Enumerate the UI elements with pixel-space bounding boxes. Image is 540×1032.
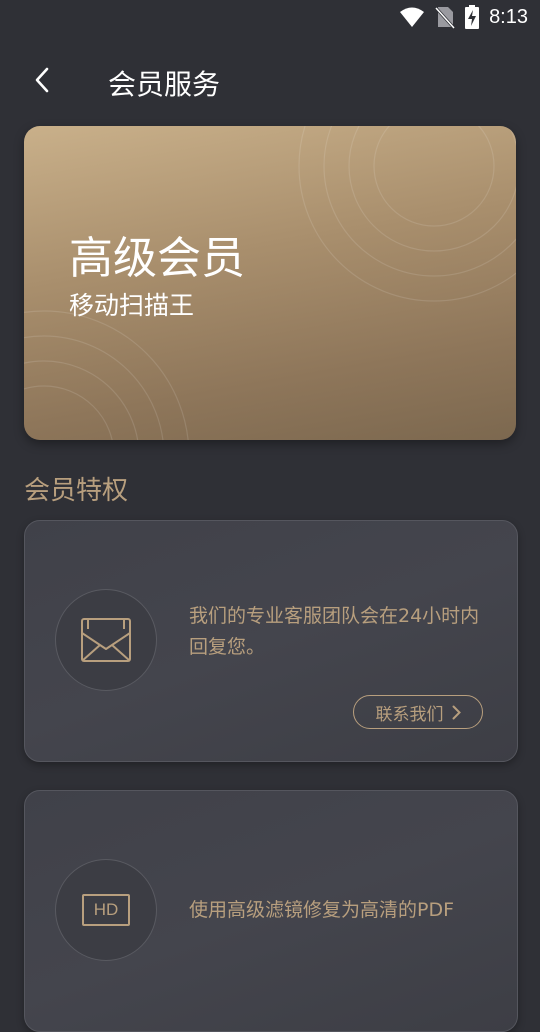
member-card: 高级会员 移动扫描王 (24, 126, 516, 440)
status-time: 8:13 (489, 5, 528, 28)
hd-icon: HD (82, 894, 130, 926)
battery-charging-icon (465, 5, 480, 29)
benefit-card-support: 我们的专业客服团队会在24小时内回复您。 联系我们 (24, 520, 518, 762)
benefit-text: 我们的专业客服团队会在24小时内回复您。 (189, 605, 480, 658)
chevron-left-icon (35, 67, 49, 93)
status-icons: 8:13 (399, 5, 528, 29)
mail-icon (81, 618, 131, 662)
section-title: 会员特权 (24, 476, 129, 506)
app-bar: 会员服务 (0, 52, 540, 108)
no-sim-icon (435, 6, 456, 29)
card-subtitle: 移动扫描王 (69, 291, 195, 320)
benefit-icon-circle: HD (55, 859, 157, 961)
page-title: 会员服务 (108, 68, 221, 101)
benefit-text: 使用高级滤镜修复为高清的PDF (189, 899, 455, 921)
contact-us-button[interactable]: 联系我们 (353, 695, 483, 729)
card-title: 高级会员 (69, 233, 245, 284)
benefit-card-hd: HD 使用高级滤镜修复为高清的PDF (24, 790, 518, 1032)
contact-us-label: 联系我们 (375, 704, 444, 725)
chevron-right-icon (452, 705, 461, 719)
back-button[interactable] (22, 60, 62, 100)
wifi-icon (400, 7, 425, 27)
status-bar: 8:13 (0, 0, 540, 36)
benefit-icon-circle (55, 589, 157, 691)
